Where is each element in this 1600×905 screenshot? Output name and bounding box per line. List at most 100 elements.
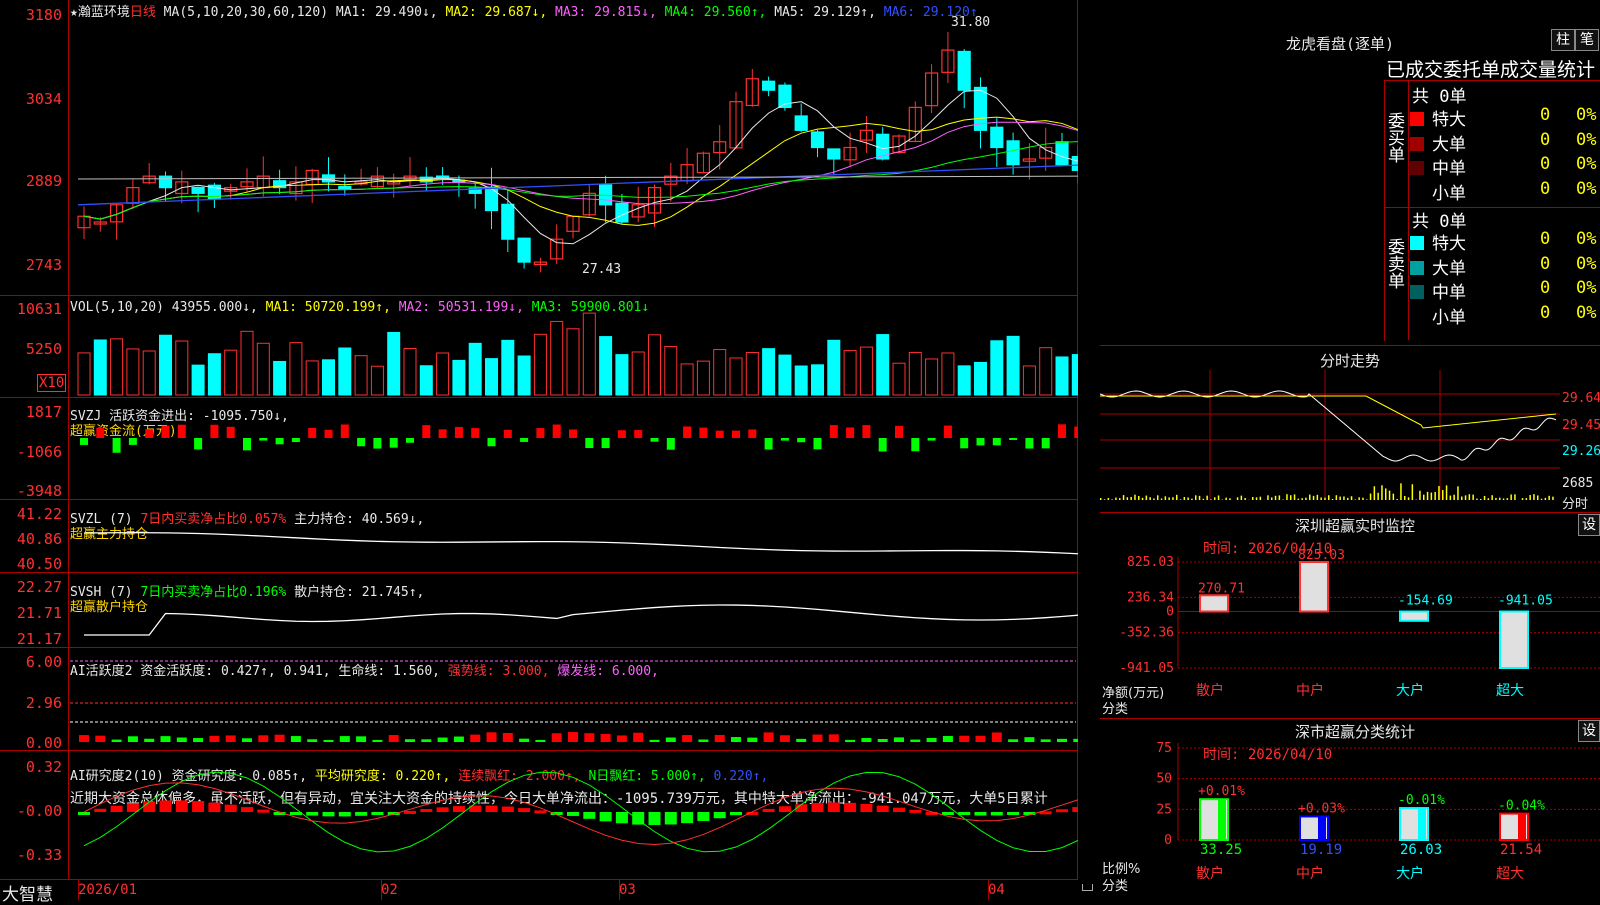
color-swatch-icon <box>1410 112 1424 126</box>
activity-bar <box>519 739 529 742</box>
buy-side-label: 委买单 <box>1386 112 1404 163</box>
fund-flow-bar <box>911 438 919 451</box>
research-bar <box>616 812 628 823</box>
intraday-vol-bar <box>1552 497 1554 500</box>
intraday-vol-bar <box>1298 499 1300 500</box>
volume-bar <box>991 341 1003 395</box>
fund-flow-bar <box>341 424 349 438</box>
intraday-vol-bar <box>1495 498 1497 500</box>
kline-chart[interactable] <box>0 0 1078 900</box>
category-label: 大户 <box>1396 682 1424 699</box>
volume-bar <box>453 360 465 395</box>
candle-body <box>1072 157 1078 171</box>
volume-bar <box>763 349 775 395</box>
intraday-vol-bar <box>1393 494 1395 500</box>
candle-body <box>502 204 514 239</box>
volume-bar <box>274 361 286 395</box>
tick-toggle-button[interactable]: 笔 <box>1575 29 1599 51</box>
volume-bar <box>94 340 106 395</box>
ratio-bar-stripe <box>1518 814 1526 840</box>
dragon-header: 已成交委托单成交量统计 <box>1386 55 1595 82</box>
activity-bar <box>894 737 904 742</box>
order-count: 0 <box>1540 154 1550 174</box>
research-bar <box>192 801 204 812</box>
activity-bar <box>438 738 448 742</box>
fund-flow-bar <box>129 438 137 445</box>
fund-flow-bar <box>846 427 854 438</box>
dragon-label-divider <box>1408 80 1409 340</box>
intraday-vol-bar <box>1267 495 1269 500</box>
activity-bar <box>112 740 122 742</box>
fund-flow-bar <box>259 438 267 441</box>
order-size-label: 中单 <box>1432 283 1466 303</box>
intraday-vol-bar <box>1161 498 1163 500</box>
classify-chart[interactable]: 7550250+0.01%33.25散户+0.03%19.19中户-0.01%2… <box>1100 720 1600 900</box>
activity-bar <box>633 733 643 742</box>
intraday-chart[interactable] <box>1100 370 1560 510</box>
fund-flow-bar <box>651 438 659 442</box>
intraday-vol-bar <box>1305 498 1307 500</box>
activity-bar <box>861 738 871 742</box>
volume-bar <box>241 331 253 395</box>
intraday-vol-bar <box>1199 496 1201 500</box>
ma4-line <box>84 142 1078 220</box>
research-bar <box>453 806 465 812</box>
intraday-vol-bar <box>1446 485 1448 500</box>
intraday-vol-bar <box>1434 492 1436 500</box>
intraday-vol-bar <box>1336 495 1338 500</box>
activity-bar <box>796 739 806 742</box>
volume-bar <box>339 348 351 395</box>
buy-total: 共 0单 <box>1412 82 1466 107</box>
research-bar <box>502 807 514 812</box>
fund-flow-bar <box>406 438 414 443</box>
monitor-chart[interactable]: 825.03236.340-352.36-941.05270.71散户825.0… <box>1100 520 1600 710</box>
fund-flow-bar <box>830 425 838 438</box>
research-bar <box>649 812 661 825</box>
fund-flow-bar <box>944 426 952 438</box>
fund-flow-bar <box>699 428 707 438</box>
fund-flow-bar <box>455 427 463 438</box>
volume-bar <box>828 340 840 395</box>
intraday-vol-bar <box>1157 495 1159 500</box>
intraday-vol-bar <box>1172 497 1174 500</box>
color-swatch-icon <box>1410 137 1424 151</box>
axis-tick-label: -352.36 <box>1119 626 1174 641</box>
lock-icon[interactable] <box>1082 884 1093 891</box>
fund-flow-bar <box>879 438 887 451</box>
activity-bar <box>617 735 627 742</box>
order-size-label: 小单 <box>1432 184 1466 204</box>
fund-flow-bar <box>602 438 610 448</box>
intraday-vol-bar <box>1191 499 1193 500</box>
ratio-value-label: 21.54 <box>1500 842 1542 858</box>
intraday-vol-bar <box>1176 495 1178 500</box>
research-bar <box>763 809 775 812</box>
intraday-vol-bar <box>1362 498 1364 500</box>
bar-toggle-button[interactable]: 柱 <box>1551 29 1575 51</box>
volume-bar <box>111 339 123 395</box>
fund-flow-bar <box>504 430 512 438</box>
research-bar <box>681 812 693 823</box>
intraday-vol-bar <box>1522 498 1524 500</box>
research-bar <box>942 812 954 815</box>
delta-label: -0.01% <box>1398 793 1445 808</box>
order-percent: 0% <box>1576 179 1596 199</box>
activity-bar <box>389 735 399 742</box>
volume-bar <box>371 366 383 395</box>
axis-tick-label: 25 <box>1156 802 1172 817</box>
intraday-vol-bar <box>1499 498 1501 500</box>
intraday-vol-bar <box>1279 495 1281 500</box>
activity-bar <box>144 739 154 742</box>
fund-flow-bar <box>732 431 740 438</box>
intraday-vol-bar <box>1275 496 1277 500</box>
volume-bar <box>78 353 90 395</box>
research-bar <box>991 812 1003 815</box>
intraday-vol-bar <box>1541 499 1543 500</box>
research-bar <box>860 804 872 812</box>
color-swatch-icon <box>1410 186 1424 200</box>
intraday-vol-bar <box>1514 494 1516 500</box>
volume-bar <box>844 351 856 395</box>
intraday-vol-bar <box>1252 497 1254 500</box>
volume-bar <box>779 355 791 395</box>
delta-label: +0.03% <box>1298 801 1345 816</box>
activity-bar <box>780 735 790 742</box>
